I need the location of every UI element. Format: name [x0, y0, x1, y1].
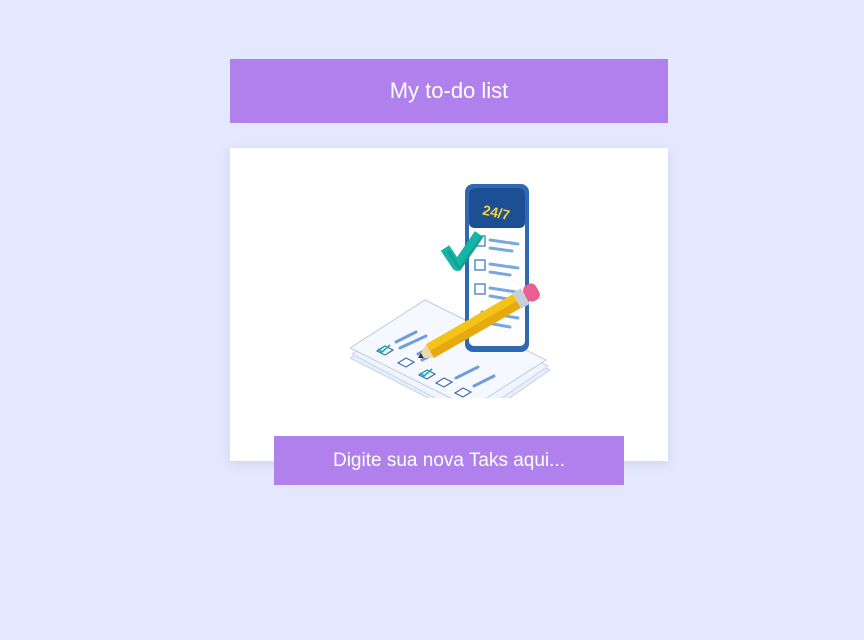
- todo-checklist-illustration: 24/7: [350, 184, 551, 398]
- todo-app: My to-do list 24/7 Digite sua nova Taks …: [0, 0, 864, 640]
- app-title-bar: My to-do list: [230, 59, 668, 123]
- hero-card: 24/7: [230, 148, 668, 461]
- new-task-input[interactable]: [274, 436, 624, 485]
- app-title: My to-do list: [389, 78, 509, 103]
